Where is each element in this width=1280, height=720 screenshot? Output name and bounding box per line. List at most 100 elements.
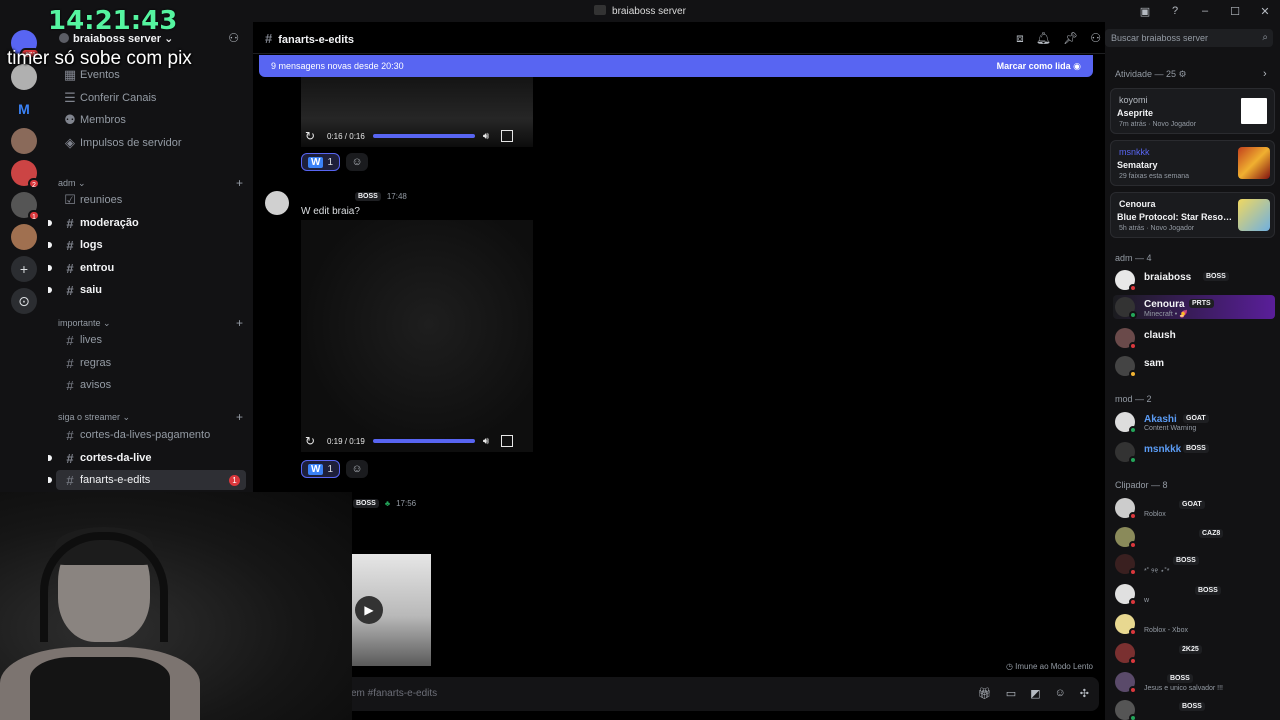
clover-icon: ♣ (384, 499, 391, 508)
sticker-icon[interactable]: ◩ (1030, 687, 1040, 700)
category-siga-o-streamer[interactable]: siga o streamer ⌄ + (58, 410, 243, 424)
album-cover (1238, 147, 1270, 179)
activity-card[interactable]: Cenoura Blue Protocol: Star Resona... 5h… (1110, 192, 1275, 238)
webcam-feed (0, 492, 352, 720)
pin-icon[interactable]: 📌︎ (1063, 31, 1078, 46)
channel-lives[interactable]: # lives (56, 330, 246, 350)
video-progress-bar[interactable] (372, 134, 475, 138)
reaction-w[interactable]: W1 (301, 153, 341, 171)
category-importante[interactable]: importante ⌄ + (58, 316, 243, 330)
channel-entrou[interactable]: # entrou (48, 258, 246, 278)
nav-boosts[interactable]: ◈ Impulsos de servidor (56, 133, 246, 153)
threads-icon[interactable]: ⧈ (1016, 31, 1024, 46)
server-search-input[interactable]: Buscar braiaboss server ⌕ (1105, 29, 1273, 47)
server-icon-2[interactable] (11, 128, 37, 154)
help-icon[interactable]: ? (1160, 5, 1190, 17)
role-tag: BOSS (1179, 702, 1205, 711)
avatar (1115, 527, 1137, 549)
reactions: W1 ☺ (301, 460, 369, 478)
status-dnd (1129, 686, 1137, 694)
member-akashi[interactable]: Akashi GOAT Content Warning (1115, 410, 1275, 434)
member-cenoura[interactable]: Cenoura PRTS Minecraft • 🍠 (1113, 295, 1275, 319)
status-dnd (1129, 628, 1137, 636)
invite-icon[interactable]: ⚇ (228, 31, 239, 45)
member-clipador[interactable]: BOSS *˚ ୨୧ ⋆˚* (1115, 552, 1275, 576)
server-icon-5[interactable] (11, 224, 37, 250)
channel-fanarts-e-edits[interactable]: # fanarts-e-edits 1 (48, 470, 246, 490)
member-clipador[interactable]: Roblox - Xbox (1115, 612, 1275, 636)
member-claush[interactable]: claush (1115, 326, 1275, 350)
new-messages-banner[interactable]: 9 mensagens novas desde 20:30 Marcar com… (259, 55, 1093, 77)
nav-members[interactable]: ⚉ Membros (56, 110, 246, 130)
message-composer[interactable]: em #fanarts-e-edits 🎁︎ ▭ ◩ ☺ ✣ (259, 677, 1099, 711)
channel-avisos[interactable]: # avisos (56, 375, 246, 395)
volume-icon[interactable]: 🔊︎ (483, 436, 489, 447)
fullscreen-icon[interactable] (501, 435, 514, 447)
member-clipador[interactable]: BOSS (1115, 698, 1275, 720)
role-tag: BOSS (1173, 556, 1199, 565)
unread-indicator (48, 477, 52, 483)
channel-regras[interactable]: # regras (56, 353, 246, 373)
video-attachment[interactable]: ↻ 0:16 / 0:16 🔊︎ (301, 77, 533, 147)
member-clipador[interactable]: GOAT Roblox (1115, 496, 1275, 520)
reaction-w[interactable]: W1 (301, 460, 341, 478)
add-channel-icon[interactable]: + (236, 316, 243, 330)
discover-icon[interactable]: ⊙ (11, 288, 37, 314)
play-icon[interactable]: ▶ (355, 596, 383, 624)
member-msnkkk[interactable]: msnkkk BOSS (1115, 440, 1275, 464)
member-clipador[interactable]: BOSS w (1115, 582, 1275, 606)
member-list-icon[interactable]: ⚇ (1090, 31, 1101, 46)
hash-icon: # (265, 31, 273, 46)
minimize-icon[interactable]: – (1190, 5, 1220, 17)
replay-icon[interactable]: ↻ (305, 129, 319, 143)
channel-cortes-da-lives-pagamento[interactable]: # cortes-da-lives-pagamento (56, 425, 246, 445)
channel-saiu[interactable]: # saiu (48, 280, 246, 300)
fullscreen-icon[interactable] (501, 130, 514, 142)
stream-timer: 14:21:43 (48, 6, 178, 36)
add-reaction-icon[interactable]: ☺ (346, 153, 369, 171)
member-sam[interactable]: sam (1115, 354, 1275, 378)
add-reaction-icon[interactable]: ☺ (346, 460, 369, 478)
header-toolbar: ⧈ 🔔︎ 📌︎ ⚇ (1016, 31, 1101, 46)
chevron-right-icon[interactable]: › (1263, 68, 1267, 80)
video-time: 0:16 / 0:16 (327, 131, 365, 141)
category-adm[interactable]: adm ⌄ + (58, 176, 243, 190)
gift-icon[interactable]: 🎁︎ (978, 687, 992, 700)
add-channel-icon[interactable]: + (236, 410, 243, 424)
close-icon[interactable]: ✕ (1250, 5, 1280, 18)
channel-logs[interactable]: # logs (48, 235, 246, 255)
video-attachment[interactable]: ↻ 0:19 / 0:19 🔊︎ (301, 220, 533, 452)
member-braiaboss[interactable]: braiaboss BOSS (1115, 268, 1275, 292)
role-tag: BOSS (1203, 272, 1229, 281)
aseprite-icon (1238, 95, 1270, 127)
maximize-icon[interactable]: ☐ (1220, 5, 1250, 18)
avatar (1115, 297, 1137, 319)
server-icon-3[interactable]: 2 (11, 160, 40, 189)
unread-indicator (48, 455, 52, 461)
avatar[interactable] (265, 191, 289, 215)
add-channel-icon[interactable]: + (236, 176, 243, 190)
video-progress-bar[interactable] (372, 439, 475, 443)
mark-as-read-button[interactable]: Marcar como lida ◉ (997, 61, 1081, 72)
status-dnd (1129, 512, 1137, 520)
volume-icon[interactable]: 🔊︎ (483, 131, 489, 142)
channel-moderacao[interactable]: # moderação (48, 213, 246, 233)
apps-icon[interactable]: ✣ (1080, 687, 1089, 700)
member-clipador[interactable]: 2K25 (1115, 641, 1275, 665)
image-attachment[interactable]: ▶ (351, 554, 431, 666)
nav-browse-channels[interactable]: ☰ Conferir Canais (56, 88, 246, 108)
server-icon-4[interactable]: 1 (11, 192, 40, 221)
activity-card[interactable]: koyomi Aseprite 7m atrás · Novo Jogador (1110, 88, 1275, 134)
gif-icon[interactable]: ▭ (1006, 687, 1016, 700)
emoji-icon[interactable]: ☺ (1055, 687, 1066, 700)
member-clipador[interactable]: BOSS Jesus e unico salvador !!! (1115, 670, 1275, 694)
channel-cortes-da-live[interactable]: # cortes-da-live (48, 448, 246, 468)
add-server-icon[interactable]: + (11, 256, 37, 282)
channel-reunioes[interactable]: ☑ reunioes (56, 190, 246, 210)
activity-card[interactable]: msnkkk Sematary 29 faixas esta semana (1110, 140, 1275, 186)
replay-icon[interactable]: ↻ (305, 434, 319, 448)
server-icon-m[interactable]: M (11, 96, 37, 122)
inbox-icon[interactable]: ▣ (1130, 5, 1160, 18)
bell-icon[interactable]: 🔔︎ (1036, 31, 1051, 46)
member-clipador[interactable]: CAZ8 (1115, 525, 1275, 549)
